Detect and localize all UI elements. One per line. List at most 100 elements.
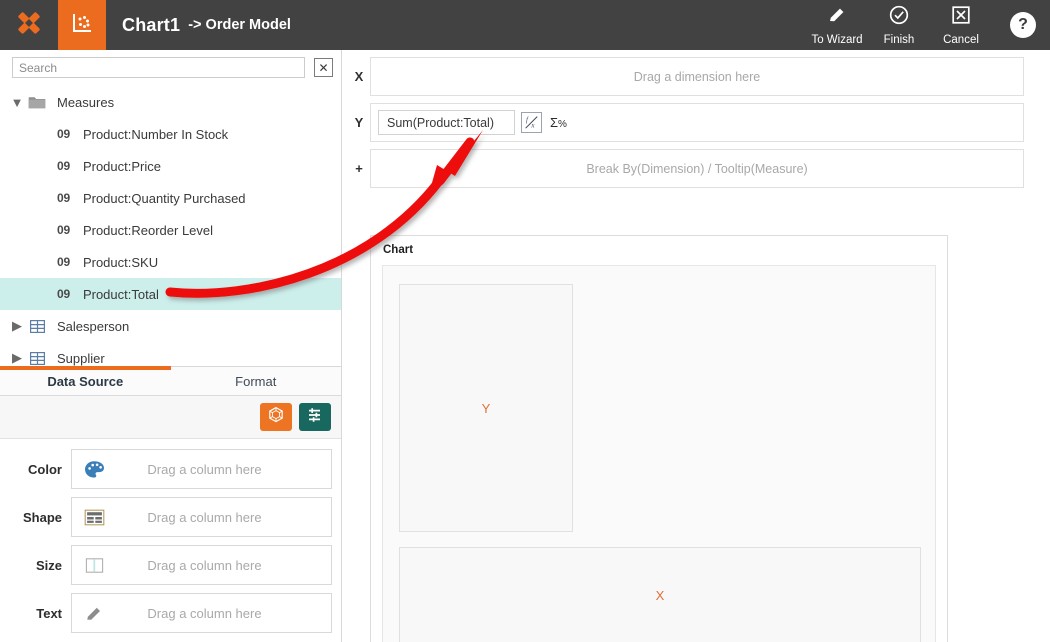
chart-builder-window: Chart1 -> Order Model To Wizard: [0, 0, 1050, 642]
search-input[interactable]: [12, 57, 305, 78]
text-drop-placeholder: Drag a column here: [116, 606, 331, 621]
size-drop-placeholder: Drag a column here: [116, 558, 331, 573]
number-field-icon: 09: [57, 159, 70, 173]
tree-label: Product:Price: [83, 159, 161, 174]
tree-label: Salesperson: [57, 319, 129, 334]
folder-icon: [28, 94, 46, 110]
shape-table-icon: [72, 508, 116, 527]
finish-button[interactable]: Finish: [868, 5, 930, 46]
number-field-icon: 09: [57, 223, 70, 237]
number-field-icon: 09: [57, 255, 70, 269]
encoding-label-size: Size: [0, 558, 71, 573]
page-subtitle: -> Order Model: [188, 17, 291, 33]
y-measure-pill[interactable]: Sum(Product:Total): [378, 110, 515, 135]
y-shelf: Y Sum(Product:Total) f x Σ%: [348, 96, 1050, 142]
top-bar: Chart1 -> Order Model To Wizard: [0, 0, 1050, 50]
color-drop-placeholder: Drag a column here: [116, 462, 331, 477]
sigma-percent-icon[interactable]: Σ%: [550, 115, 567, 130]
pencil-icon: [827, 5, 847, 30]
chart-preview-surface: Y X: [382, 265, 936, 642]
x-shelf-hint: Drag a dimension here: [371, 70, 1023, 84]
size-bar-icon: [72, 556, 116, 575]
tree-item-product-total[interactable]: 09 Product:Total: [0, 278, 341, 310]
chevron-right-icon[interactable]: ▶: [12, 353, 22, 363]
breakby-shelf-hint: Break By(Dimension) / Tooltip(Measure): [371, 162, 1023, 176]
tree-item-product-price[interactable]: 09 Product:Price: [0, 150, 341, 182]
tree-label: Product:Quantity Purchased: [83, 191, 246, 206]
y-shelf-label: Y: [348, 115, 370, 130]
filter-sort-icon: [306, 406, 324, 429]
breakby-shelf: + Break By(Dimension) / Tooltip(Measure): [348, 142, 1050, 188]
chart-x-axis-drop-zone[interactable]: X: [399, 547, 921, 642]
y-drop-zone[interactable]: Sum(Product:Total) f x Σ%: [370, 103, 1024, 142]
x-drop-zone[interactable]: Drag a dimension here: [370, 57, 1024, 96]
encoding-row-shape: Shape Drag a column here: [0, 493, 341, 541]
size-drop-zone[interactable]: Drag a column here: [71, 545, 332, 585]
chart-preview-title: Chart: [371, 236, 947, 256]
x-shelf-label: X: [348, 69, 370, 84]
chart-canvas-panel: X Drag a dimension here Y Sum(Product:To…: [348, 50, 1050, 642]
check-circle-icon: [889, 5, 909, 30]
tree-label: Product:SKU: [83, 255, 158, 270]
formula-fx-icon[interactable]: f x: [521, 112, 542, 133]
top-action-group: To Wizard Finish Cance: [806, 0, 1050, 50]
tab-data-source-label: Data Source: [47, 374, 123, 389]
tree-node-measures[interactable]: ▼ Measures: [0, 86, 341, 118]
hexagon-web-button[interactable]: [260, 403, 292, 431]
pencil-icon: [72, 604, 116, 623]
shape-drop-zone[interactable]: Drag a column here: [71, 497, 332, 537]
x-square-icon: [951, 5, 971, 30]
app-logo[interactable]: [0, 0, 58, 50]
chart-x-axis-letter: X: [656, 588, 665, 603]
finish-label: Finish: [884, 34, 915, 46]
filter-sort-button[interactable]: [299, 403, 331, 431]
chart-y-axis-letter: Y: [482, 401, 491, 416]
data-source-panel: Data Source Format: [0, 366, 341, 642]
to-wizard-button[interactable]: To Wizard: [806, 5, 868, 46]
number-field-icon: 09: [57, 191, 70, 205]
cancel-label: Cancel: [943, 34, 979, 46]
panel-tabs: Data Source Format: [0, 367, 341, 396]
clear-search-button[interactable]: ✕: [314, 58, 333, 77]
to-wizard-label: To Wizard: [811, 34, 862, 46]
encoding-row-size: Size Drag a column here: [0, 541, 341, 589]
number-field-icon: 09: [57, 287, 70, 301]
search-row: ✕: [0, 50, 341, 84]
breakby-shelf-label: +: [348, 161, 370, 176]
app-logo-ribbon-icon: [14, 8, 44, 43]
chevron-right-icon[interactable]: ▶: [12, 321, 22, 331]
palette-icon: [72, 460, 116, 479]
encoding-row-text: Text Drag a column here: [0, 589, 341, 637]
chevron-down-icon[interactable]: ▼: [12, 97, 22, 107]
encoding-label-text: Text: [0, 606, 71, 621]
window-title: Chart1 -> Order Model: [106, 0, 806, 50]
help-icon: ?: [1018, 16, 1028, 34]
tree-node-salesperson[interactable]: ▶ Salesperson: [0, 310, 341, 342]
page-title: Chart1: [122, 15, 180, 36]
text-drop-zone[interactable]: Drag a column here: [71, 593, 332, 633]
scatter-chart-icon: [70, 11, 94, 40]
hexagon-web-icon: [267, 406, 285, 429]
tab-format-label: Format: [235, 374, 276, 389]
cancel-button[interactable]: Cancel: [930, 5, 992, 46]
encoding-row-color: Color Drag a column here: [0, 445, 341, 493]
tree-label: Product:Total: [83, 287, 159, 302]
color-drop-zone[interactable]: Drag a column here: [71, 449, 332, 489]
tab-data-source[interactable]: Data Source: [0, 367, 171, 395]
tree-label: Product:Number In Stock: [83, 127, 228, 142]
data-source-toolbar: [0, 396, 341, 439]
tree-item-product-number-in-stock[interactable]: 09 Product:Number In Stock: [0, 118, 341, 150]
chart-type-tab[interactable]: [58, 0, 106, 50]
chart-preview-card: Chart Y X: [370, 235, 948, 642]
svg-text:f: f: [526, 116, 529, 124]
help-button[interactable]: ?: [1010, 12, 1036, 38]
x-shelf: X Drag a dimension here: [348, 50, 1050, 96]
tree-label: Supplier: [57, 351, 105, 366]
table-icon: [28, 318, 46, 334]
tree-item-product-sku[interactable]: 09 Product:SKU: [0, 246, 341, 278]
tab-format[interactable]: Format: [171, 367, 342, 395]
breakby-drop-zone[interactable]: Break By(Dimension) / Tooltip(Measure): [370, 149, 1024, 188]
chart-y-axis-drop-zone[interactable]: Y: [399, 284, 573, 532]
tree-item-product-quantity-purchased[interactable]: 09 Product:Quantity Purchased: [0, 182, 341, 214]
tree-item-product-reorder-level[interactable]: 09 Product:Reorder Level: [0, 214, 341, 246]
